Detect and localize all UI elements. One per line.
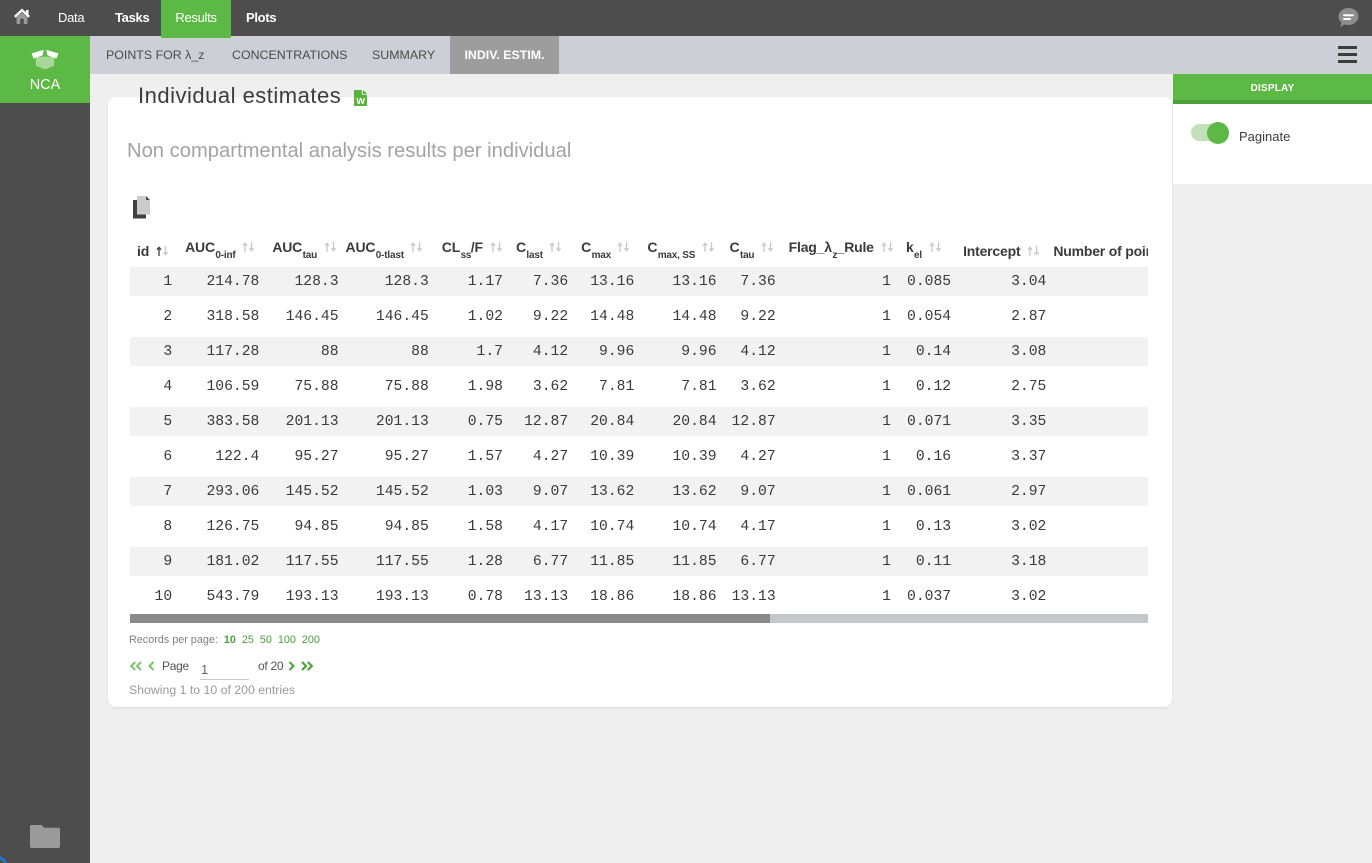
svg-text:w: w (355, 95, 365, 106)
